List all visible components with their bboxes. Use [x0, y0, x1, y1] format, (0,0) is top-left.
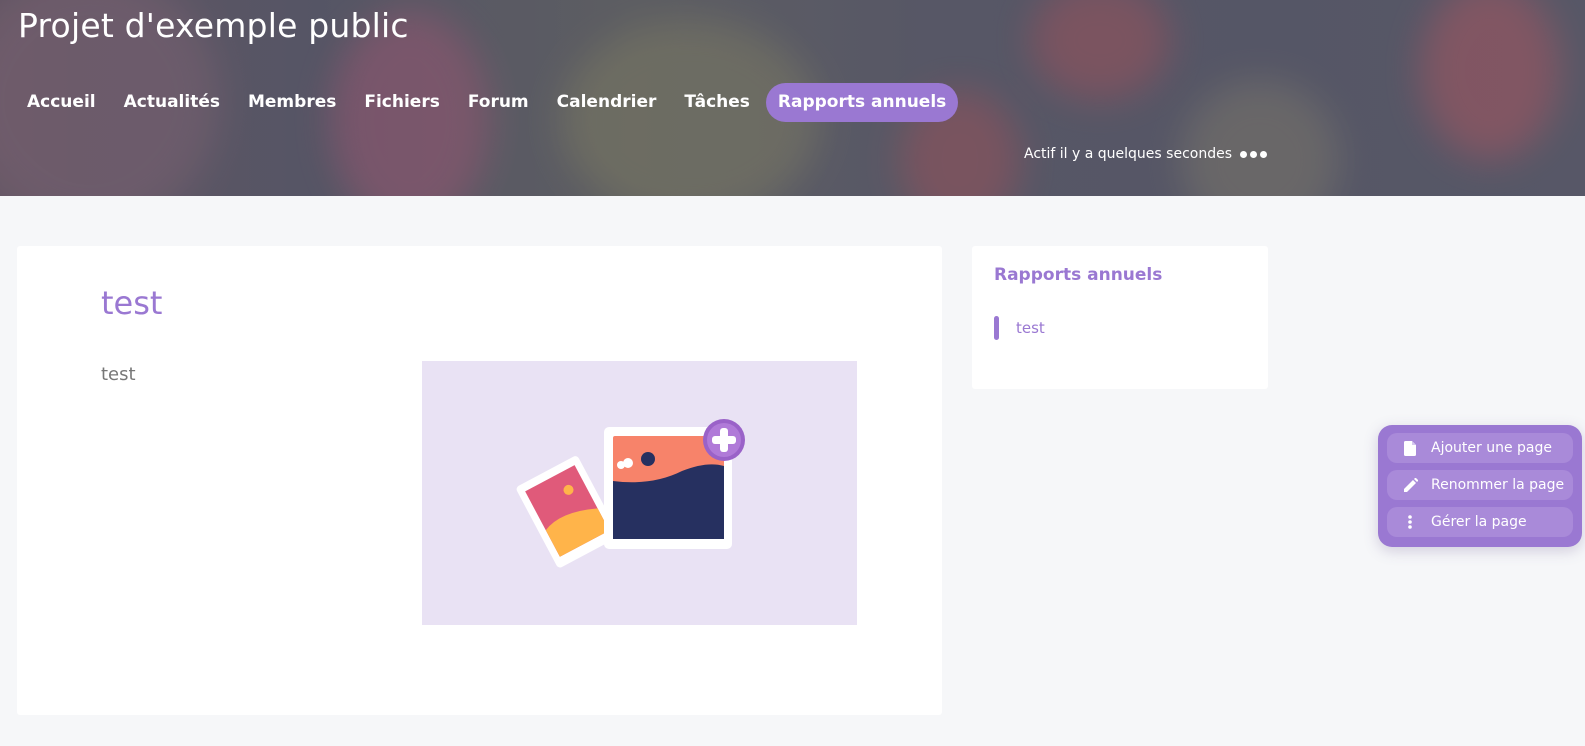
- sidebar-item-label: test: [1016, 319, 1045, 337]
- rename-page-button[interactable]: Renommer la page: [1387, 470, 1573, 500]
- project-nav: Accueil Actualités Membres Fichiers Foru…: [15, 83, 962, 122]
- sidebar-item-test[interactable]: test: [994, 316, 1045, 340]
- project-header: Projet d'exemple public Accueil Actualit…: [0, 0, 1585, 196]
- tab-accueil[interactable]: Accueil: [15, 83, 108, 122]
- pencil-icon: [1401, 476, 1419, 494]
- page-content-card: test test: [17, 246, 942, 715]
- file-icon: [1401, 439, 1419, 457]
- rename-page-label: Renommer la page: [1431, 477, 1565, 493]
- tab-fichiers[interactable]: Fichiers: [352, 83, 451, 122]
- tab-forum[interactable]: Forum: [456, 83, 541, 122]
- page-actions-panel: Ajouter une page Renommer la page Gérer …: [1378, 425, 1582, 547]
- project-title: Projet d'exemple public: [18, 6, 409, 45]
- selected-indicator: [994, 316, 999, 340]
- image-placeholder[interactable]: [422, 361, 857, 625]
- activity-status: Actif il y a quelques secondes: [1024, 146, 1267, 162]
- tab-membres[interactable]: Membres: [236, 83, 348, 122]
- tab-calendrier[interactable]: Calendrier: [545, 83, 669, 122]
- tab-taches[interactable]: Tâches: [672, 83, 762, 122]
- tab-rapports-annuels[interactable]: Rapports annuels: [765, 83, 959, 122]
- tab-actualites[interactable]: Actualités: [112, 83, 232, 122]
- manage-page-button[interactable]: Gérer la page: [1387, 507, 1573, 537]
- add-page-button[interactable]: Ajouter une page: [1387, 433, 1573, 463]
- manage-page-label: Gérer la page: [1431, 514, 1527, 530]
- page-body-text: test: [101, 364, 136, 385]
- add-page-label: Ajouter une page: [1431, 440, 1552, 456]
- sidebar-pages-card: Rapports annuels test: [972, 246, 1268, 389]
- add-image-illustration: [516, 419, 745, 568]
- page-title: test: [101, 284, 163, 322]
- activity-status-text: Actif il y a quelques secondes: [1024, 146, 1232, 162]
- ellipsis-icon[interactable]: [1240, 150, 1267, 158]
- vertical-dots-icon: [1401, 513, 1419, 531]
- sidebar-title: Rapports annuels: [994, 265, 1163, 285]
